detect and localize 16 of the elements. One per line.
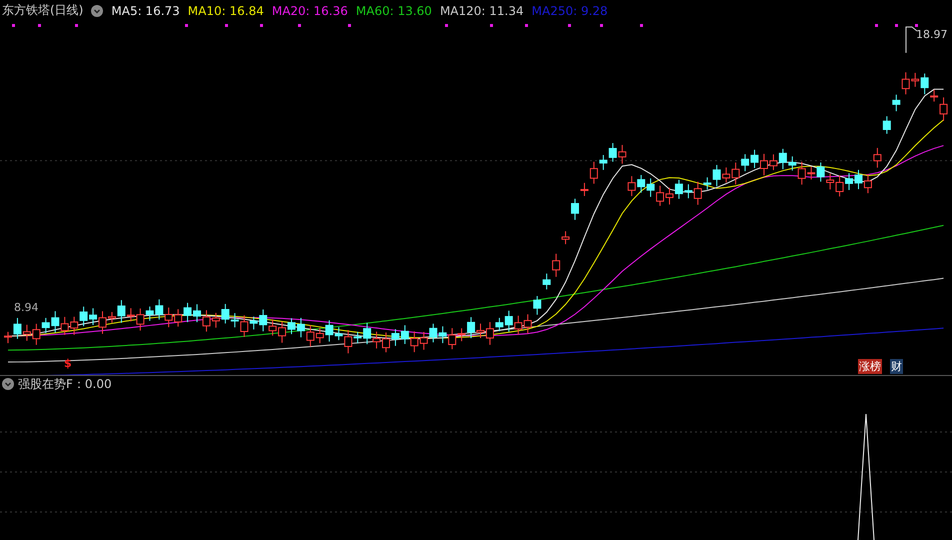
moving-average-value: MA20: 16.36 [272, 4, 348, 18]
moving-average-value: MA5: 16.73 [111, 4, 180, 18]
low-price-label: 8.94 [14, 301, 38, 314]
chevron-down-icon[interactable] [2, 378, 14, 390]
chevron-down-icon[interactable] [91, 4, 104, 16]
moving-average-value: MA120: 11.34 [440, 4, 524, 18]
high-price-label: 18.97 [916, 28, 948, 41]
moving-average-value: MA60: 13.60 [356, 4, 432, 18]
event-tag[interactable]: 涨榜 [858, 359, 882, 374]
moving-average-value: MA250: 9.28 [532, 4, 608, 18]
signal-marker: $ [64, 357, 72, 370]
moving-average-value: MA10: 16.84 [188, 4, 264, 18]
indicator-label: 强股在势F：0.00 [18, 376, 112, 392]
stock-title: 东方铁塔(日线) [2, 2, 84, 19]
leader-line [906, 26, 918, 54]
event-tag[interactable]: 财 [890, 359, 903, 374]
